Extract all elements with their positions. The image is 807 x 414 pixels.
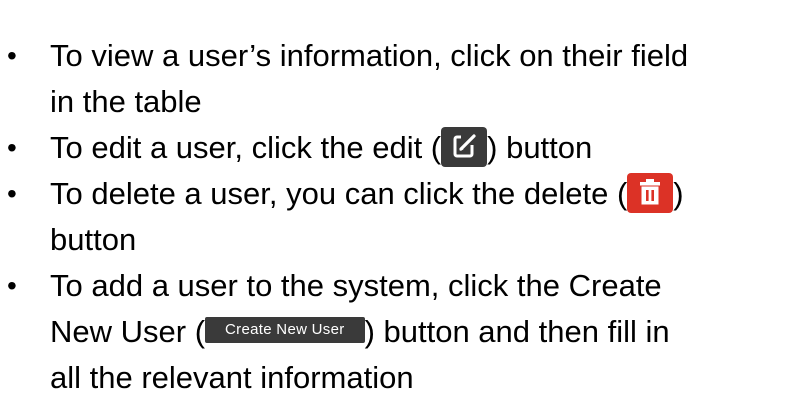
list-item-delete-user: • To delete a user, you can click the de… (0, 171, 807, 263)
add-user-text-before: New User ( (50, 314, 206, 349)
delete-user-text-line2: button (50, 222, 137, 257)
view-user-text-line1: To view a user’s information, click on t… (50, 38, 689, 73)
bullet-dot: • (7, 40, 17, 71)
add-user-text-line3: all the relevant information (50, 360, 414, 395)
edit-user-text-after: ) button (487, 130, 593, 165)
bullet-dot: • (7, 178, 17, 209)
edit-user-text-before: To edit a user, click the edit ( (50, 130, 442, 165)
add-user-text-line1: To add a user to the system, click the C… (50, 268, 662, 303)
edit-button[interactable] (441, 126, 488, 167)
list-item-edit-user: • To edit a user, click the edit ( ) butt… (0, 125, 807, 171)
bullet-dot: • (7, 132, 17, 163)
add-user-text-after: ) button and then fill in (364, 314, 670, 349)
list-item-add-user: • To add a user to the system, click the… (0, 263, 807, 401)
slide: • To view a user’s information, click on… (0, 0, 807, 414)
instruction-list: • To view a user’s information, click on… (0, 33, 807, 401)
delete-user-text-after: ) (673, 176, 684, 211)
bullet-dot: • (7, 270, 17, 301)
create-new-user-button[interactable]: Create New User (205, 316, 365, 343)
delete-user-text-before: To delete a user, you can click the dele… (50, 176, 628, 211)
delete-button[interactable] (627, 172, 674, 213)
view-user-text-line2: in the table (50, 84, 202, 119)
list-item-view-user: • To view a user’s information, click on… (0, 33, 807, 125)
edit-icon (453, 132, 479, 158)
trash-icon (640, 178, 661, 205)
